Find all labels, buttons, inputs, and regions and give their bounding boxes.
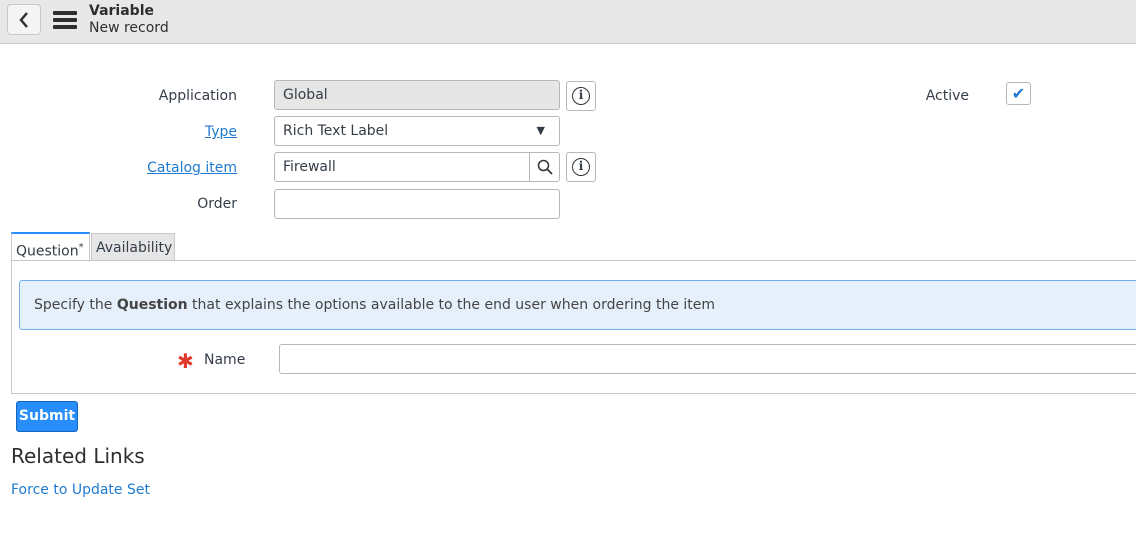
active-checkbox[interactable]: ✔ bbox=[1006, 82, 1031, 105]
catalog-item-info-button[interactable]: i bbox=[566, 152, 596, 182]
application-label: Application bbox=[158, 88, 237, 104]
catalog-item-value: Firewall bbox=[283, 159, 336, 175]
search-icon bbox=[537, 159, 553, 175]
checkmark-icon: ✔ bbox=[1011, 84, 1026, 103]
tab-question-label: Question bbox=[16, 243, 79, 260]
back-button[interactable] bbox=[7, 4, 41, 35]
required-icon: ✱ bbox=[177, 349, 194, 373]
catalog-item-field[interactable]: Firewall bbox=[274, 152, 560, 182]
submit-button[interactable]: Submit bbox=[16, 401, 78, 432]
required-star: * bbox=[78, 242, 84, 253]
info-icon: i bbox=[572, 87, 590, 105]
application-field: Global bbox=[274, 80, 560, 110]
info-text: Specify the bbox=[34, 297, 117, 313]
force-update-set-link[interactable]: Force to Update Set bbox=[11, 482, 150, 498]
order-label: Order bbox=[197, 196, 237, 212]
active-label: Active bbox=[925, 88, 969, 104]
type-select[interactable]: Rich Text Label ▼ bbox=[274, 116, 560, 146]
record-type: Variable bbox=[89, 3, 154, 19]
name-input[interactable] bbox=[279, 344, 1136, 374]
tab-question[interactable]: Question* bbox=[11, 232, 90, 262]
order-input[interactable] bbox=[274, 189, 560, 219]
chevron-left-icon bbox=[19, 11, 28, 28]
type-value: Rich Text Label bbox=[283, 123, 389, 139]
hamburger-menu-icon[interactable] bbox=[53, 11, 77, 29]
info-message: Specify the Question that explains the o… bbox=[19, 280, 1136, 330]
tab-availability[interactable]: Availability bbox=[91, 233, 175, 261]
lookup-button[interactable] bbox=[529, 153, 559, 181]
info-icon: i bbox=[572, 158, 590, 176]
info-text-suffix: that explains the options available to t… bbox=[187, 297, 716, 313]
info-bold: Question bbox=[116, 297, 188, 313]
application-info-button[interactable]: i bbox=[566, 81, 596, 111]
question-panel: Specify the Question that explains the o… bbox=[11, 260, 1136, 394]
dropdown-arrow-icon: ▼ bbox=[536, 124, 545, 137]
catalog-item-label-link[interactable]: Catalog item bbox=[97, 160, 237, 176]
header-title: Variable New record bbox=[89, 3, 169, 37]
related-links-heading: Related Links bbox=[11, 444, 145, 468]
name-label: Name bbox=[204, 352, 246, 368]
header-bar: Variable New record bbox=[0, 0, 1136, 44]
type-label-link[interactable]: Type bbox=[97, 124, 237, 140]
record-subtitle: New record bbox=[89, 20, 169, 36]
